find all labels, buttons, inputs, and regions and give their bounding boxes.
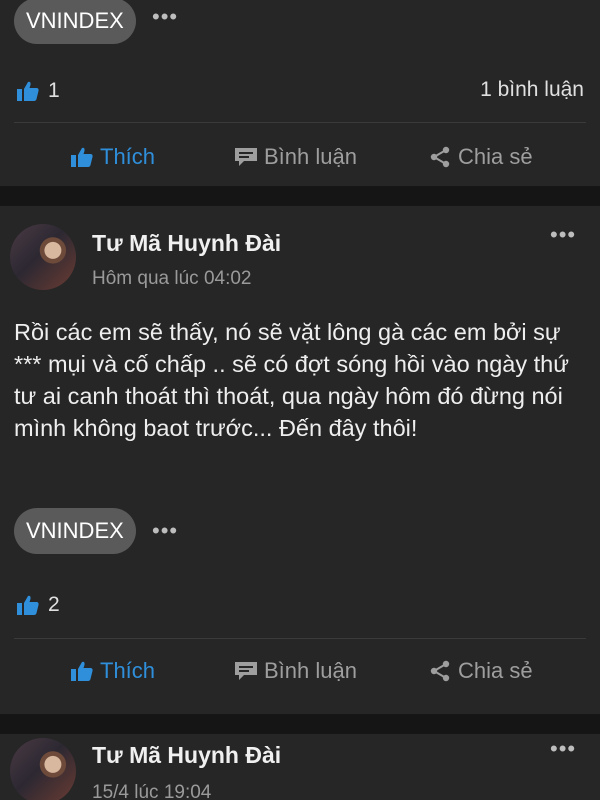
like-count: 1 <box>48 79 60 102</box>
more-dots-icon[interactable]: ••• <box>152 520 178 542</box>
more-dots-icon[interactable]: ••• <box>550 738 576 760</box>
comment-button[interactable]: Bình luận <box>234 654 357 688</box>
share-button[interactable]: Chia sẻ <box>428 654 533 688</box>
comment-button[interactable]: Bình luận <box>234 140 357 174</box>
divider <box>14 122 586 123</box>
post-body: Rồi các em sẽ thấy, nó sẽ vặt lông gà cá… <box>14 319 569 441</box>
divider <box>14 638 586 639</box>
like-button[interactable]: Thích <box>70 654 155 688</box>
post-separator <box>0 714 600 734</box>
share-icon <box>430 146 450 168</box>
share-label: Chia sẻ <box>458 144 533 169</box>
chat-bubble-icon <box>235 662 257 680</box>
hashtag-chip[interactable]: VNINDEX <box>14 508 136 554</box>
thumbs-up-icon <box>71 661 93 681</box>
post-timestamp[interactable]: 15/4 lúc 19:04 <box>92 782 211 800</box>
chat-bubble-icon <box>235 148 257 166</box>
comment-label: Bình luận <box>264 144 357 169</box>
like-button[interactable]: Thích <box>70 140 155 174</box>
like-label: Thích <box>100 144 156 169</box>
more-dots-icon[interactable]: ••• <box>152 6 178 28</box>
comment-label: Bình luận <box>264 658 357 683</box>
like-summary[interactable]: 2 <box>16 590 60 620</box>
post-card: Tư Mã Huynh Đài 15/4 lúc 19:04 ••• <box>0 734 600 800</box>
post-card: VNINDEX ••• 1 1 bình luận Thích Bình luậ… <box>0 0 600 186</box>
author-name[interactable]: Tư Mã Huynh Đài <box>92 742 281 769</box>
like-count: 2 <box>48 593 60 616</box>
like-summary[interactable]: 1 <box>16 76 60 106</box>
avatar[interactable] <box>10 738 76 800</box>
avatar[interactable] <box>10 224 76 290</box>
comment-count[interactable]: 1 bình luận <box>480 78 584 102</box>
hashtag-chip[interactable]: VNINDEX <box>14 0 136 44</box>
share-label: Chia sẻ <box>458 658 533 683</box>
more-dots-icon[interactable]: ••• <box>550 224 576 246</box>
post-timestamp[interactable]: Hôm qua lúc 04:02 <box>92 268 252 290</box>
thumbs-up-icon <box>17 595 39 615</box>
share-icon <box>430 660 450 682</box>
share-button[interactable]: Chia sẻ <box>428 140 533 174</box>
thumbs-up-icon <box>71 147 93 167</box>
like-label: Thích <box>100 658 156 683</box>
thumbs-up-icon <box>17 81 39 101</box>
author-name[interactable]: Tư Mã Huynh Đài <box>92 230 281 257</box>
post-separator <box>0 186 600 206</box>
post-card: Tư Mã Huynh Đài Hôm qua lúc 04:02 ••• Rồ… <box>0 206 600 714</box>
